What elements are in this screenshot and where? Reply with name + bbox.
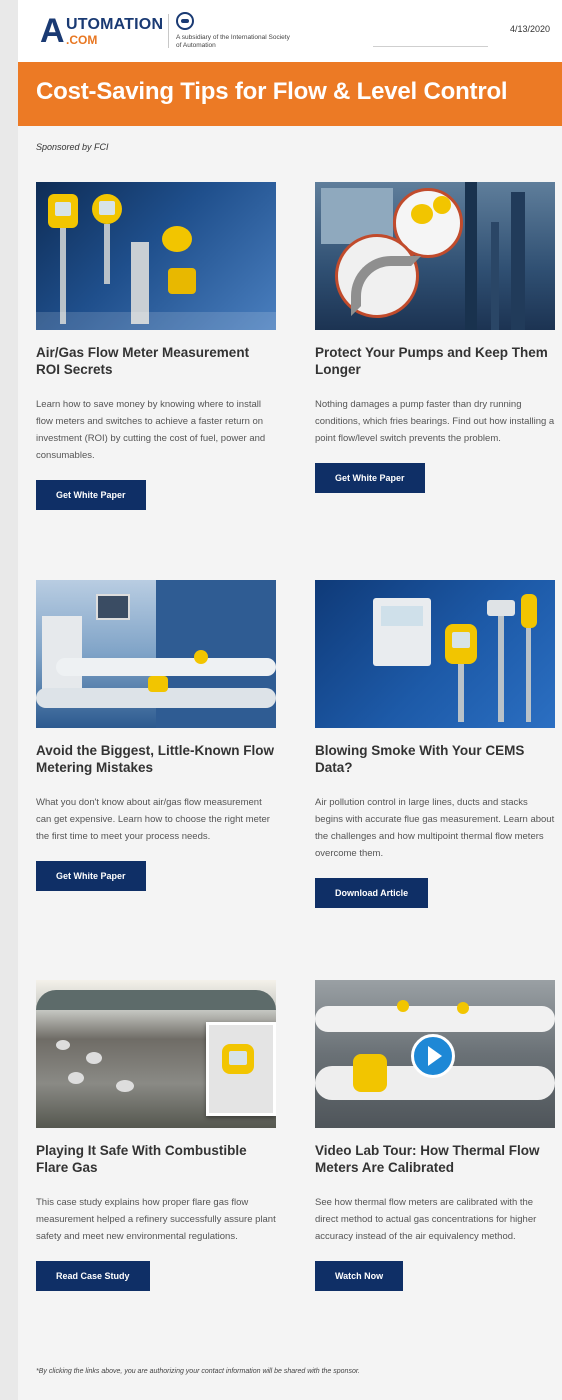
get-white-paper-button[interactable]: Get White Paper: [36, 480, 146, 510]
card-description: See how thermal flow meters are calibrat…: [315, 1197, 537, 1242]
title-banner: Cost-Saving Tips for Flow & Level Contro…: [18, 62, 562, 126]
card-title[interactable]: Air/Gas Flow Meter Measurement ROI Secre…: [36, 344, 276, 378]
card-description: What you don't know about air/gas flow m…: [36, 797, 270, 842]
banner-title: Cost-Saving Tips for Flow & Level Contro…: [36, 78, 508, 105]
card-title[interactable]: Playing It Safe With Combustible Flare G…: [36, 1142, 276, 1176]
refinery-aerial-image[interactable]: [36, 980, 276, 1128]
refinery-pump-image[interactable]: [315, 182, 555, 330]
card-title[interactable]: Avoid the Biggest, Little-Known Flow Met…: [36, 742, 276, 776]
logo-text-top: UTOMATION: [66, 16, 164, 33]
email-body: A UTOMATION .COM A subsidiary of the Int…: [18, 0, 562, 1400]
card-air-gas-roi: Air/Gas Flow Meter Measurement ROI Secre…: [36, 182, 276, 510]
read-case-study-button[interactable]: Read Case Study: [36, 1261, 150, 1291]
card-description: Learn how to save money by knowing where…: [36, 399, 266, 461]
card-description: This case study explains how proper flar…: [36, 1197, 276, 1242]
isa-caption: A subsidiary of the International Societ…: [176, 34, 290, 49]
video-lab-image[interactable]: [315, 980, 555, 1128]
get-white-paper-button[interactable]: Get White Paper: [315, 463, 425, 493]
get-white-paper-button[interactable]: Get White Paper: [36, 861, 146, 891]
card-flare-gas: Playing It Safe With Combustible Flare G…: [36, 980, 276, 1291]
email-date: 4/13/2020: [509, 24, 550, 34]
download-article-button[interactable]: Download Article: [315, 878, 429, 908]
card-title[interactable]: Blowing Smoke With Your CEMS Data?: [315, 742, 555, 776]
automation-logo[interactable]: A UTOMATION .COM: [40, 12, 180, 50]
card-flow-metering-mistakes: Avoid the Biggest, Little-Known Flow Met…: [36, 580, 276, 891]
card-description: Nothing damages a pump faster than dry r…: [315, 399, 555, 444]
logo-letter: A: [40, 12, 65, 50]
sponsor-line: Sponsored by FCI: [36, 142, 109, 152]
card-title[interactable]: Video Lab Tour: How Thermal Flow Meters …: [315, 1142, 555, 1176]
card-protect-pumps: Protect Your Pumps and Keep Them Longer …: [315, 182, 555, 493]
card-title[interactable]: Protect Your Pumps and Keep Them Longer: [315, 344, 555, 378]
industrial-piping-image[interactable]: [36, 580, 276, 728]
email-header: A UTOMATION .COM A subsidiary of the Int…: [18, 0, 562, 62]
cems-meters-image[interactable]: [315, 580, 555, 728]
header-divider: [168, 14, 169, 48]
card-cems-data: Blowing Smoke With Your CEMS Data? Air p…: [315, 580, 555, 908]
watch-now-button[interactable]: Watch Now: [315, 1261, 404, 1291]
header-rule: [373, 46, 488, 47]
disclaimer-note: *By clicking the links above, you are au…: [36, 1368, 360, 1375]
logo-text-bottom: .COM: [66, 33, 98, 47]
isa-logo-icon: [176, 12, 194, 30]
card-video-lab-tour: Video Lab Tour: How Thermal Flow Meters …: [315, 980, 555, 1291]
card-description: Air pollution control in large lines, du…: [315, 797, 555, 859]
flow-meters-product-image[interactable]: [36, 182, 276, 330]
